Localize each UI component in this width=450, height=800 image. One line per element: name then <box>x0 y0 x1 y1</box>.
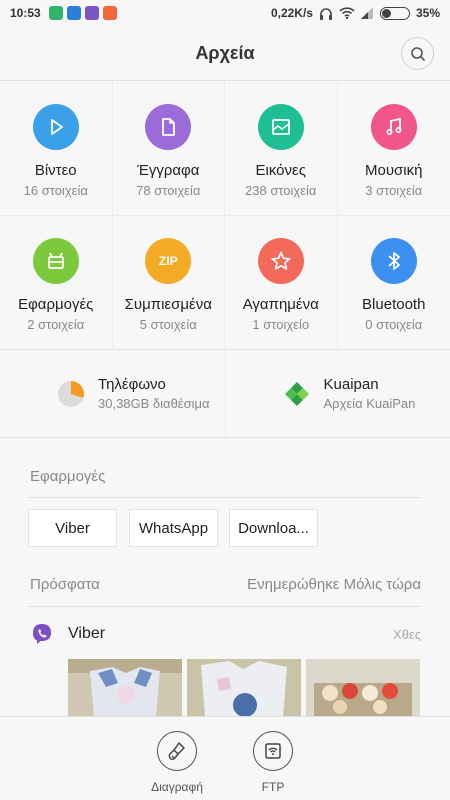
recent-app-row[interactable]: Viber Χθες <box>30 620 421 648</box>
category-documents[interactable]: Έγγραφα 78 στοιχεία <box>112 82 225 216</box>
category-label: Bluetooth <box>362 296 426 313</box>
ftp-button[interactable]: FTP <box>238 717 308 800</box>
wifi-icon <box>339 7 355 19</box>
category-images[interactable]: Εικόνες 238 στοιχεία <box>225 82 338 216</box>
music-icon <box>370 104 417 150</box>
bluetooth-icon <box>370 238 417 284</box>
divider <box>28 606 421 607</box>
category-music[interactable]: Μουσική 3 στοιχεία <box>337 82 450 216</box>
category-bluetooth[interactable]: Bluetooth 0 στοιχεία <box>338 216 450 350</box>
network-speed: 0,22K/s <box>270 6 313 20</box>
category-count: 1 στοιχείο <box>252 317 310 332</box>
notification-app-icon <box>48 6 63 20</box>
battery-percent: 35% <box>415 6 440 20</box>
category-count: 3 στοιχεία <box>365 183 423 198</box>
category-label: Εικόνες <box>255 162 306 179</box>
header: Αρχεία <box>0 26 450 81</box>
storage-kuaipan[interactable]: Kuaipan Αρχεία KuaiPan <box>224 350 450 437</box>
notification-app-icon <box>66 6 81 20</box>
headset-icon <box>319 7 332 20</box>
category-favorites[interactable]: Αγαπημένα 1 στοιχείο <box>225 216 338 350</box>
recent-app-name: Viber <box>68 625 106 642</box>
storage-section: Τηλέφωνο 30,38GB διαθέσιμα Kuaipan Αρχεί… <box>0 350 450 438</box>
clean-label: Διαγραφή <box>151 780 203 794</box>
page-title: Αρχεία <box>195 42 255 63</box>
ftp-label: FTP <box>261 780 285 794</box>
signal-icon <box>360 7 373 19</box>
storage-title: Τηλέφωνο <box>98 376 166 393</box>
clean-button[interactable]: Διαγραφή <box>142 717 212 800</box>
storage-title: Kuaipan <box>323 376 379 393</box>
storage-pie-icon <box>58 380 84 407</box>
recent-photo-thumbnail[interactable] <box>306 659 420 717</box>
category-count: 5 στοιχεία <box>139 317 197 332</box>
kuaipan-icon <box>284 381 309 406</box>
apps-section-label: Εφαρμογές <box>30 468 106 485</box>
viber-notification-icon <box>84 6 99 20</box>
star-icon <box>257 238 304 284</box>
category-label: Βίντεο <box>34 162 77 179</box>
category-label: Αγαπημένα <box>242 296 319 313</box>
app-chip-viber[interactable]: Viber <box>28 509 117 547</box>
status-time: 10:53 <box>10 6 41 20</box>
storage-free-space: 30,38GB διαθέσιμα <box>98 396 210 411</box>
recent-section-label: Πρόσφατα <box>30 576 100 593</box>
notification-app-icon <box>102 6 117 20</box>
recent-photo-thumbnail[interactable] <box>68 659 182 717</box>
storage-subtitle: Αρχεία KuaiPan <box>323 396 416 411</box>
category-archives[interactable]: ZIP Συμπιεσμένα 5 στοιχεία <box>113 216 225 350</box>
category-label: Εφαρμογές <box>18 296 94 313</box>
category-count: 238 στοιχεία <box>245 183 317 198</box>
category-label: Έγγραφα <box>137 162 200 179</box>
viber-icon <box>33 624 51 644</box>
ftp-wifi-icon <box>253 731 293 771</box>
image-icon <box>257 104 304 150</box>
category-label: Μουσική <box>365 162 423 179</box>
brush-icon <box>157 731 197 771</box>
category-count: 16 στοιχεία <box>23 183 88 198</box>
search-button[interactable] <box>401 37 434 70</box>
android-icon <box>32 238 79 284</box>
category-apps[interactable]: Εφαρμογές 2 στοιχεία <box>0 216 113 350</box>
play-icon <box>32 104 79 150</box>
app-chip-whatsapp[interactable]: WhatsApp <box>129 509 218 547</box>
zip-icon: ZIP <box>145 238 192 284</box>
recent-updated: Ενημερώθηκε Μόλις τώρα <box>247 576 421 593</box>
category-count: 0 στοιχεία <box>365 317 423 332</box>
category-video[interactable]: Βίντεο 16 στοιχεία <box>0 82 113 216</box>
category-label: Συμπιεσμένα <box>124 296 212 313</box>
storage-phone[interactable]: Τηλέφωνο 30,38GB διαθέσιμα <box>0 350 225 437</box>
search-icon <box>410 46 425 61</box>
bottom-action-bar: Διαγραφή FTP <box>0 716 450 800</box>
status-bar: 10:53 0,22K/s 35% <box>0 0 450 26</box>
zip-badge: ZIP <box>158 254 178 268</box>
recent-photo-thumbnail[interactable] <box>187 659 301 717</box>
category-count: 78 στοιχεία <box>136 183 201 198</box>
battery-icon <box>379 6 410 20</box>
recent-date: Χθες <box>393 626 421 642</box>
app-chip-downloads[interactable]: Downloa... <box>229 509 318 547</box>
document-icon <box>145 104 192 150</box>
category-count: 2 στοιχεία <box>27 317 85 332</box>
category-grid: Βίντεο 16 στοιχεία Έγγραφα 78 στοιχεία Ε… <box>0 82 450 350</box>
divider <box>28 497 421 498</box>
